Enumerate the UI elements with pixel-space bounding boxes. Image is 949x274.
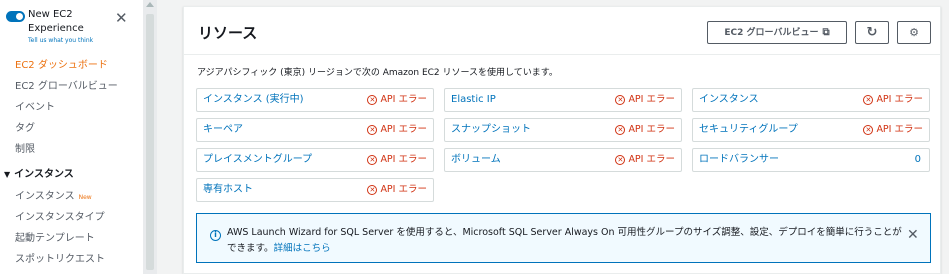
settings-button[interactable]: ⚙ <box>897 21 931 44</box>
api-error-text: API エラー <box>380 124 427 135</box>
api-error-status: ✕ API エラー <box>615 119 675 141</box>
resource-cell: スナップショット ✕ API エラー <box>444 118 682 142</box>
api-error-text: API エラー <box>380 94 427 105</box>
region-description: アジアパシフィック (東京) リージョンで次の Amazon EC2 リソースを… <box>197 68 558 78</box>
resource-link-volumes[interactable]: ボリューム <box>451 149 501 171</box>
scroll-up-arrow-icon[interactable] <box>146 2 154 7</box>
error-icon: ✕ <box>615 125 626 135</box>
feedback-link[interactable]: Tell us what you think <box>28 37 93 44</box>
sidebar-item-launch-templates[interactable]: 起動テンプレート <box>0 228 143 249</box>
resources-panel: リソース EC2 グローバルビュー ⧉ ↻ ⚙ アジアパシフィック (東京) リー… <box>183 6 941 274</box>
refresh-button[interactable]: ↻ <box>855 21 889 44</box>
sidebar-section-label: インスタンス <box>14 169 74 180</box>
sidebar-item-ec2-dashboard[interactable]: EC2 ダッシュボード <box>0 55 143 76</box>
scroll-thumb[interactable] <box>146 14 154 270</box>
resource-link-load-balancers[interactable]: ロードバランサー <box>699 149 779 171</box>
resource-cell: セキュリティグループ ✕ API エラー <box>692 118 930 142</box>
api-error-status: ✕ API エラー <box>367 149 427 171</box>
error-icon: ✕ <box>367 125 378 135</box>
sidebar-item-tags[interactable]: タグ <box>0 118 143 139</box>
sidebar-scrollbar[interactable] <box>143 0 157 274</box>
resource-cell: 専有ホスト ✕ API エラー <box>196 178 434 202</box>
resource-cell: Elastic IP ✕ API エラー <box>444 88 682 112</box>
error-icon: ✕ <box>367 155 378 165</box>
error-icon: ✕ <box>367 185 378 195</box>
error-icon: ✕ <box>863 95 874 105</box>
resource-link-key-pairs[interactable]: キーペア <box>203 119 243 141</box>
new-badge: New <box>78 194 92 201</box>
sidebar-item-events[interactable]: イベント <box>0 97 143 118</box>
sidebar-item-label: インスタンス <box>15 191 75 202</box>
gear-icon: ⚙ <box>909 26 919 39</box>
sidebar-item-ec2-global-view[interactable]: EC2 グローバルビュー <box>0 76 143 97</box>
external-link-icon: ⧉ <box>822 27 830 38</box>
resource-cell: インスタンス ✕ API エラー <box>692 88 930 112</box>
resource-cell: ロードバランサー 0 <box>692 148 930 172</box>
api-error-text: API エラー <box>380 154 427 165</box>
error-icon: ✕ <box>615 95 626 105</box>
api-error-text: API エラー <box>628 154 675 165</box>
sidebar: New EC2 Experience Tell us what you thin… <box>0 0 143 274</box>
ec2-global-view-button[interactable]: EC2 グローバルビュー ⧉ <box>707 21 847 44</box>
sidebar-nav: EC2 ダッシュボード EC2 グローバルビュー イベント タグ 制限 <box>0 55 143 160</box>
error-icon: ✕ <box>863 125 874 135</box>
resource-cell: ボリューム ✕ API エラー <box>444 148 682 172</box>
api-error-status: ✕ API エラー <box>367 89 427 111</box>
sidebar-item-spot-requests[interactable]: スポットリクエスト <box>0 249 143 270</box>
info-icon: i <box>210 230 221 241</box>
sidebar-item-limits[interactable]: 制限 <box>0 139 143 160</box>
panel-title: リソース <box>198 24 258 42</box>
sidebar-item-instances[interactable]: インスタンス New <box>0 186 143 207</box>
resource-cell: キーペア ✕ API エラー <box>196 118 434 142</box>
learn-more-link[interactable]: 詳細はこちら <box>274 243 331 254</box>
refresh-icon: ↻ <box>866 25 878 40</box>
resource-cell: プレイスメントグループ ✕ API エラー <box>196 148 434 172</box>
resource-link-security-groups[interactable]: セキュリティグループ <box>699 119 798 141</box>
ec2-global-view-label: EC2 グローバルビュー <box>724 28 819 38</box>
resource-link-snapshots[interactable]: スナップショット <box>451 119 531 141</box>
resource-cell: インスタンス (実行中) ✕ API エラー <box>196 88 434 112</box>
api-error-status: ✕ API エラー <box>615 89 675 111</box>
api-error-status: ✕ API エラー <box>615 149 675 171</box>
new-experience-toggle[interactable] <box>6 11 25 22</box>
api-error-status: ✕ API エラー <box>367 119 427 141</box>
info-message: AWS Launch Wizard for SQL Server を使用すると、… <box>227 225 903 257</box>
sidebar-item-instance-types[interactable]: インスタンスタイプ <box>0 207 143 228</box>
api-error-text: API エラー <box>628 124 675 135</box>
resource-link-placement-groups[interactable]: プレイスメントグループ <box>203 149 312 171</box>
api-error-status: ✕ API エラー <box>367 179 427 201</box>
info-alert: i AWS Launch Wizard for SQL Server を使用する… <box>196 213 931 263</box>
api-error-text: API エラー <box>628 94 675 105</box>
resource-link-running-instances[interactable]: インスタンス (実行中) <box>203 89 304 111</box>
caret-down-icon: ▼ <box>4 170 11 179</box>
resource-link-instances[interactable]: インスタンス <box>699 89 759 111</box>
panel-header: リソース EC2 グローバルビュー ⧉ ↻ ⚙ <box>184 7 940 55</box>
error-icon: ✕ <box>615 155 626 165</box>
api-error-text: API エラー <box>876 124 923 135</box>
error-icon: ✕ <box>367 95 378 105</box>
api-error-status: ✕ API エラー <box>863 119 923 141</box>
new-experience-title: New EC2 Experience <box>28 9 84 34</box>
api-error-text: API エラー <box>876 94 923 105</box>
api-error-status: ✕ API エラー <box>863 89 923 111</box>
sidebar-instances-nav: インスタンス New インスタンスタイプ 起動テンプレート スポットリクエスト <box>0 186 143 270</box>
api-error-text: API エラー <box>380 184 427 195</box>
resource-link-dedicated-hosts[interactable]: 専有ホスト <box>203 179 253 201</box>
resource-count[interactable]: 0 <box>915 149 921 171</box>
resource-link-elastic-ip[interactable]: Elastic IP <box>451 89 496 111</box>
close-icon[interactable]: ✕ <box>907 227 919 243</box>
close-icon[interactable]: ✕ <box>115 10 128 26</box>
sidebar-section-instances[interactable]: ▼ インスタンス <box>0 164 143 185</box>
